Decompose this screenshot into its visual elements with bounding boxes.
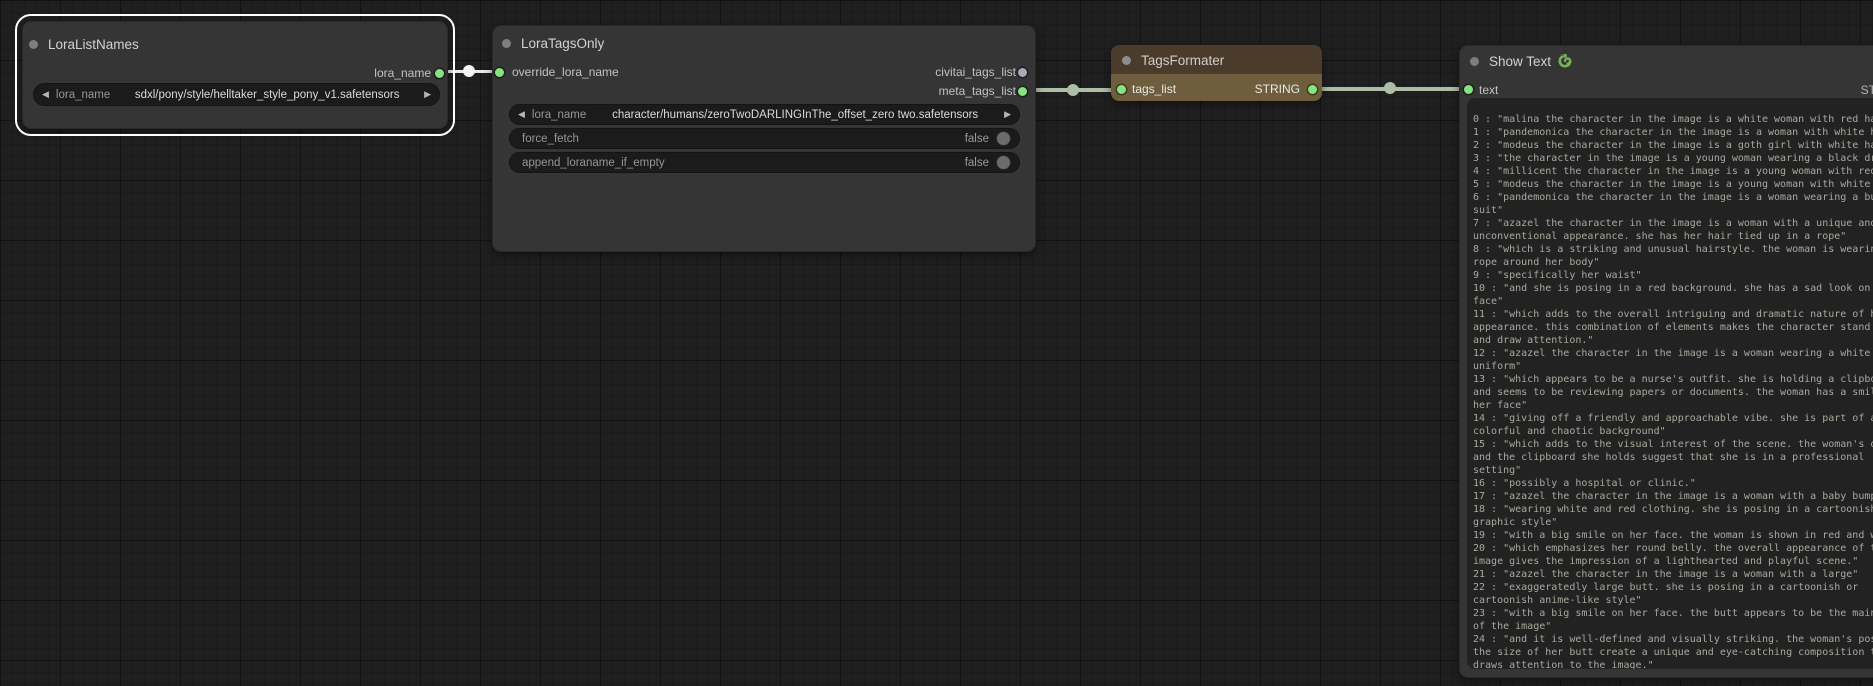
input-port-override-lora-name[interactable] <box>495 68 504 77</box>
combo-label: lora_name <box>56 89 110 101</box>
node-lora-tags-only[interactable]: LoraTagsOnly override_lora_name civitai_… <box>492 25 1036 252</box>
toggle-label: append_loraname_if_empty <box>522 157 665 169</box>
node-show-text[interactable]: Show Text text STRING 0 : "malina the ch… <box>1459 45 1873 678</box>
output-label-civitai-tags-list: civitai_tags_list <box>935 65 1016 79</box>
node-title: LoraListNames <box>48 37 139 52</box>
toggle-knob[interactable] <box>996 131 1011 146</box>
combo-value: character/humans/zeroTwoDARLINGInThe_off… <box>586 109 1004 121</box>
output-port-civitai-tags-list[interactable] <box>1018 68 1027 77</box>
toggle-widget-force-fetch[interactable]: force_fetch false <box>509 128 1020 149</box>
node-title: LoraTagsOnly <box>521 36 604 51</box>
toggle-knob[interactable] <box>996 155 1011 170</box>
toggle-label: force_fetch <box>522 133 579 145</box>
combo-right-arrow-icon[interactable]: ▶ <box>424 90 431 99</box>
combo-label: lora_name <box>532 109 586 121</box>
node-graph-canvas[interactable]: LoraListNames lora_name ◀ lora_name sdxl… <box>0 0 1873 686</box>
output-label-lora-name: lora_name <box>374 66 431 80</box>
combo-left-arrow-icon[interactable]: ◀ <box>518 110 525 119</box>
collapse-dot[interactable] <box>1122 56 1131 65</box>
output-port-meta-tags-list[interactable] <box>1018 87 1027 96</box>
node-title: TagsFormater <box>1141 53 1224 68</box>
combo-right-arrow-icon[interactable]: ▶ <box>1004 110 1011 119</box>
link-dot-lora-name[interactable] <box>463 65 475 77</box>
output-label-meta-tags-list: meta_tags_list <box>939 84 1016 98</box>
input-port-tags-list[interactable] <box>1117 85 1126 94</box>
combo-left-arrow-icon[interactable]: ◀ <box>42 90 49 99</box>
snake-emoji-icon <box>1557 53 1573 74</box>
link-dot-meta-tags[interactable] <box>1067 84 1079 96</box>
collapse-dot[interactable] <box>29 40 38 49</box>
text-display-content: 0 : "malina the character in the image i… <box>1473 113 1873 669</box>
collapse-dot[interactable] <box>1470 57 1479 66</box>
collapse-dot[interactable] <box>502 39 511 48</box>
text-display-widget[interactable]: 0 : "malina the character in the image i… <box>1467 98 1873 669</box>
link-dot-string-text[interactable] <box>1384 82 1396 94</box>
combo-widget-lora-name[interactable]: ◀ lora_name character/humans/zeroTwoDARL… <box>509 104 1020 125</box>
output-label-string: STRING <box>1861 83 1873 97</box>
input-label-override-lora-name: override_lora_name <box>512 65 619 79</box>
input-port-text[interactable] <box>1464 85 1473 94</box>
output-label-string: STRING <box>1255 82 1300 96</box>
toggle-value: false <box>965 133 989 145</box>
toggle-widget-append-loraname-if-empty[interactable]: append_loraname_if_empty false <box>509 152 1020 173</box>
node-lora-list-names[interactable]: LoraListNames lora_name ◀ lora_name sdxl… <box>22 21 448 129</box>
input-label-tags-list: tags_list <box>1132 82 1176 96</box>
node-tags-formater[interactable]: TagsFormater tags_list STRING <box>1111 45 1322 101</box>
output-port-lora-name[interactable] <box>435 69 444 78</box>
combo-value: sdxl/pony/style/helltaker_style_pony_v1.… <box>110 89 424 101</box>
toggle-value: false <box>965 157 989 169</box>
input-label-text: text <box>1479 83 1498 97</box>
output-port-string[interactable] <box>1308 85 1317 94</box>
node-title: Show Text <box>1489 54 1551 69</box>
combo-widget-lora-name[interactable]: ◀ lora_name sdxl/pony/style/helltaker_st… <box>33 83 440 106</box>
